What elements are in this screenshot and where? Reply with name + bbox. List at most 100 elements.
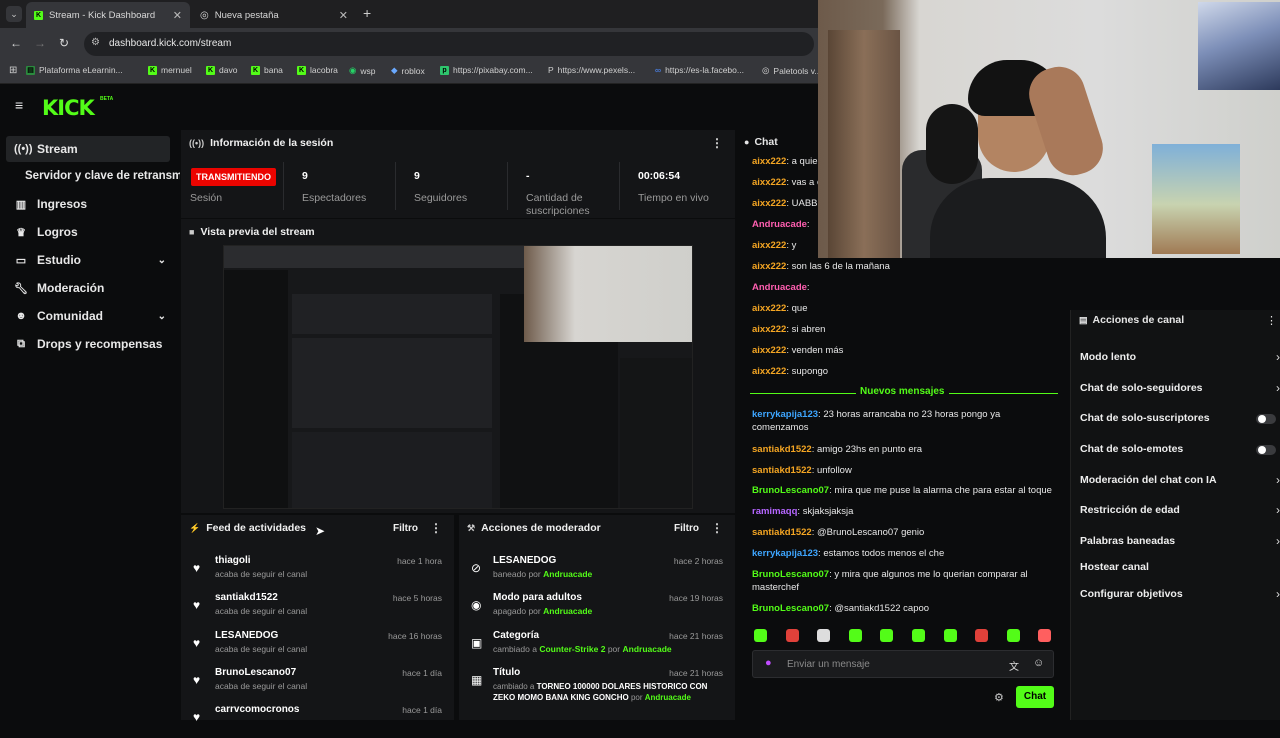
toggle-switch[interactable] [1256, 445, 1276, 455]
chat-settings-icon[interactable]: ⚙ [994, 691, 1004, 704]
bookmark-item[interactable]: Klacobra [297, 65, 338, 75]
bookmark-item[interactable]: ∞ https://es-la.facebo... [655, 65, 744, 75]
more-options-icon[interactable]: ⋮ [711, 521, 723, 535]
emoji-icon[interactable]: ☺ [1033, 657, 1044, 669]
channel-action-item[interactable]: Moderación del chat con IA [1080, 474, 1217, 486]
filter-button[interactable]: Filtro [393, 523, 418, 534]
bookmark-item[interactable]: Kdavo [206, 65, 237, 75]
sidebar-item-stream[interactable]: ((•)) Stream [6, 136, 170, 162]
moderator-name[interactable]: Andruacade [623, 644, 672, 654]
follower-name[interactable]: LESANEDOG [215, 630, 278, 641]
channel-action-item[interactable]: Configurar objetivos [1080, 588, 1183, 600]
follower-name[interactable]: santiakd1522 [215, 592, 278, 603]
forward-icon[interactable]: → [34, 36, 46, 50]
tab-kick-dashboard[interactable]: K Stream - Kick Dashboard ✕ [26, 2, 190, 28]
chevron-down-icon[interactable]: ⌄ [158, 255, 166, 266]
site-info-icon[interactable]: ⚙ [91, 37, 100, 48]
chat-username[interactable]: aixx222 [752, 156, 786, 167]
bookmark-item[interactable]: p https://pixabay.com... [440, 65, 533, 75]
chevron-right-icon[interactable]: › [1276, 350, 1280, 364]
bookmark-item[interactable]: ◆ roblox [391, 65, 425, 76]
sidebar-item-drops[interactable]: ⧉ Drops y recompensas [0, 331, 180, 357]
chat-username[interactable]: aixx222 [752, 303, 786, 314]
menu-icon[interactable]: ≡ [15, 97, 23, 113]
chat-username[interactable]: aixx222 [752, 261, 786, 272]
bookmark-item[interactable]: ◉ wsp [349, 65, 376, 76]
channel-action-item[interactable]: Chat de solo-suscriptores [1080, 412, 1210, 424]
emote-icon[interactable] [943, 629, 957, 642]
emote-icon[interactable] [975, 629, 989, 642]
channel-action-item[interactable]: Restricción de edad [1080, 504, 1180, 516]
chat-username[interactable]: aixx222 [752, 366, 786, 377]
translate-icon[interactable]: 文 [1009, 658, 1019, 673]
chat-username[interactable]: santiakd1522 [752, 444, 812, 455]
close-tab-icon[interactable]: ✕ [173, 9, 182, 22]
category-name[interactable]: Counter-Strike 2 [539, 644, 605, 654]
chat-username[interactable]: BrunoLescano07 [752, 569, 829, 580]
chat-username[interactable]: aixx222 [752, 345, 786, 356]
channel-action-item[interactable]: Modo lento [1080, 351, 1136, 363]
send-chat-button[interactable]: Chat [1016, 686, 1054, 708]
stream-preview-video[interactable] [223, 245, 693, 509]
channel-action-item[interactable]: Palabras baneadas [1080, 535, 1175, 547]
chat-username[interactable]: aixx222 [752, 177, 786, 188]
emote-icon[interactable] [1006, 629, 1020, 642]
reload-icon[interactable]: ↻ [59, 36, 69, 50]
apps-icon[interactable]: ⊞ [9, 65, 17, 76]
chat-username[interactable]: aixx222 [752, 198, 786, 209]
channel-action-item[interactable]: Chat de solo-emotes [1080, 443, 1183, 455]
emote-icon[interactable] [817, 629, 831, 642]
chevron-right-icon[interactable]: › [1276, 473, 1280, 487]
more-options-icon[interactable]: ⋮ [711, 136, 723, 150]
chat-username[interactable]: aixx222 [752, 324, 786, 335]
chat-username[interactable]: kerrykapija123 [752, 409, 818, 420]
mic-icon[interactable]: ● [765, 657, 772, 669]
chat-username[interactable]: BrunoLescano07 [752, 603, 829, 614]
emote-icon[interactable] [785, 629, 799, 642]
chat-username[interactable]: santiakd1522 [752, 527, 812, 538]
kick-logo[interactable]: KICK [42, 96, 95, 120]
chevron-right-icon[interactable]: › [1276, 587, 1280, 601]
chat-username[interactable]: ramimaqq [752, 506, 797, 517]
chevron-right-icon[interactable]: › [1276, 534, 1280, 548]
emote-icon[interactable] [848, 629, 862, 642]
chat-username[interactable]: santiakd1522 [752, 465, 812, 476]
more-options-icon[interactable]: ⋮ [430, 521, 442, 535]
moderator-name[interactable]: Andruacade [543, 606, 592, 616]
chat-username[interactable]: aixx222 [752, 240, 786, 251]
chevron-right-icon[interactable]: › [1276, 381, 1280, 395]
bookmark-item[interactable]: ▤ Plataforma eLearnin... [26, 65, 123, 75]
chevron-right-icon[interactable]: › [1276, 503, 1280, 517]
toggle-switch[interactable] [1256, 414, 1276, 424]
follower-name[interactable]: carrvcomocronos [215, 704, 299, 715]
chat-username[interactable]: Andruacade [752, 282, 807, 293]
chat-username[interactable]: kerrykapija123 [752, 548, 818, 559]
chat-username[interactable]: Andruacade [752, 219, 807, 230]
filter-button[interactable]: Filtro [674, 523, 699, 534]
emote-icon[interactable] [912, 629, 925, 642]
bookmark-item[interactable]: ◎ Paletools v... [762, 65, 821, 76]
chat-username[interactable]: BrunoLescano07 [752, 485, 829, 496]
sidebar-item-server-key[interactable]: Servidor y clave de retransmisión [0, 163, 180, 189]
sidebar-item-comunidad[interactable]: ☻ Comunidad ⌄ [0, 303, 180, 329]
emote-icon[interactable] [1038, 629, 1052, 642]
back-icon[interactable]: ← [10, 36, 22, 50]
channel-action-item[interactable]: Hostear canal [1080, 561, 1149, 573]
new-tab-button[interactable]: + [363, 5, 371, 21]
close-tab-icon[interactable]: ✕ [339, 9, 348, 22]
moderator-name[interactable]: Andruacade [543, 569, 592, 579]
follower-name[interactable]: BrunoLescano07 [215, 667, 296, 678]
sidebar-item-logros[interactable]: ♛ Logros [0, 219, 180, 245]
sidebar-item-ingresos[interactable]: ▥ Ingresos [0, 191, 180, 217]
url-field[interactable]: ⚙ dashboard.kick.com/stream [84, 32, 814, 56]
more-options-icon[interactable]: ⋮ [1266, 314, 1277, 327]
tab-new-tab[interactable]: ◎ Nueva pestaña ✕ [192, 2, 356, 28]
tab-list-dropdown[interactable]: ⌄ [6, 6, 22, 22]
sidebar-item-estudio[interactable]: ▭ Estudio ⌄ [0, 247, 180, 273]
bookmark-item[interactable]: Kbana [251, 65, 283, 75]
chat-input[interactable]: ● Enviar un mensaje 文 ☺ [752, 650, 1054, 678]
bookmark-item[interactable]: Kmernuel [148, 65, 192, 75]
chevron-down-icon[interactable]: ⌄ [158, 311, 166, 322]
channel-action-item[interactable]: Chat de solo-seguidores [1080, 382, 1203, 394]
sidebar-item-moderacion[interactable]: 🔧︎ Moderación [0, 275, 180, 301]
